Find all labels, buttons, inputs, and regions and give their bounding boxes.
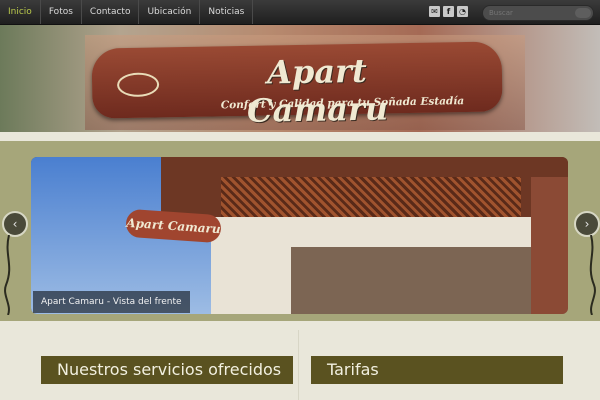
mail-icon[interactable]: ✉ <box>429 6 440 17</box>
search-icon[interactable] <box>575 8 591 18</box>
facebook-icon[interactable]: f <box>443 6 454 17</box>
nav-item-ubicacion[interactable]: Ubicación <box>139 0 201 24</box>
column-divider <box>298 330 299 400</box>
left-ornament-icon <box>4 235 11 315</box>
nav-item-contacto[interactable]: Contacto <box>82 0 140 24</box>
top-navigation: Inicio Fotos Contacto Ubicación Noticias… <box>0 0 600 25</box>
logo-sign[interactable]: Apart Camaru Confort y Calidad para tu S… <box>91 21 503 132</box>
services-heading: Nuestros servicios ofrecidos <box>41 356 293 384</box>
search-input[interactable] <box>489 7 569 19</box>
search-box <box>482 5 594 21</box>
nav-item-fotos[interactable]: Fotos <box>41 0 82 24</box>
arrow-right-icon[interactable]: › <box>574 211 600 237</box>
right-ornament-icon <box>589 235 596 315</box>
arrow-left-icon[interactable]: ‹ <box>2 211 28 237</box>
brick-pillar <box>531 177 568 314</box>
building-lower <box>291 247 568 314</box>
nav-item-inicio[interactable]: Inicio <box>0 0 41 24</box>
slide-caption: Apart Camaru - Vista del frente <box>33 291 190 313</box>
site-title: Apart Camaru <box>246 51 389 130</box>
balcony <box>221 177 521 222</box>
nav-item-noticias[interactable]: Noticias <box>200 0 254 24</box>
nav-menu: Inicio Fotos Contacto Ubicación Noticias <box>0 0 254 24</box>
rss-icon[interactable]: ◔ <box>457 6 468 17</box>
rates-heading: Tarifas <box>311 356 563 384</box>
